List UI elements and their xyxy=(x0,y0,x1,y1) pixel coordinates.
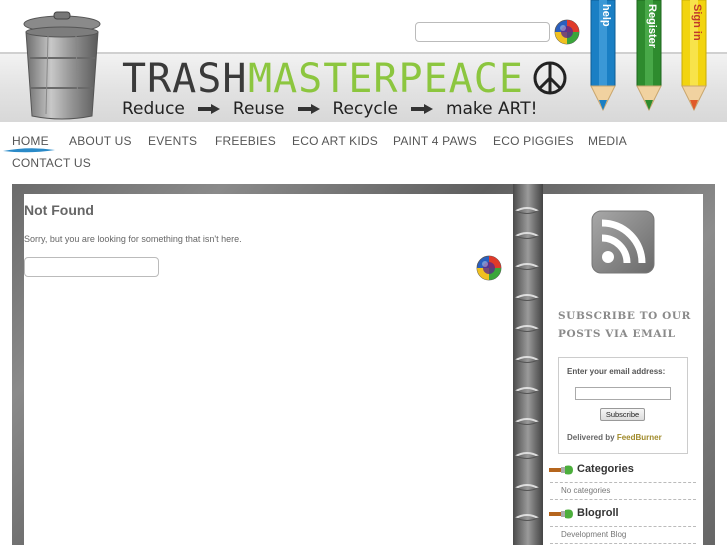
tagline-recycle: Recycle xyxy=(332,99,398,119)
help-pencil-link[interactable]: help xyxy=(590,0,616,112)
trash-can-logo-icon xyxy=(23,11,101,120)
binder-ring-icon xyxy=(515,418,539,425)
nav-home[interactable]: HOME xyxy=(12,134,49,148)
blogroll-link[interactable]: Development Blog xyxy=(561,530,626,539)
register-label: Register xyxy=(646,4,658,49)
site-title-masterpeace: MASTERPEACE xyxy=(248,56,524,102)
email-field[interactable] xyxy=(575,387,671,400)
nav-about-us[interactable]: ABOUT US xyxy=(69,134,132,148)
arrow-right-icon xyxy=(410,104,433,114)
nav-eco-art-kids[interactable]: ECO ART KIDS xyxy=(292,134,378,148)
divider xyxy=(550,482,696,483)
binder-ring-icon xyxy=(515,232,539,239)
active-nav-underline xyxy=(3,148,55,153)
tagline: Reduce Reuse Recycle make ART! xyxy=(122,98,537,120)
nav-media[interactable]: MEDIA xyxy=(588,134,627,148)
divider xyxy=(550,543,696,544)
search-globe-button[interactable] xyxy=(554,19,580,45)
categories-empty: No categories xyxy=(561,486,611,495)
site-title-trash: TRASH xyxy=(122,56,248,102)
email-label: Enter your email address: xyxy=(567,367,666,376)
search-globe-button[interactable] xyxy=(476,255,502,281)
nav-freebies[interactable]: FREEBIES xyxy=(215,134,276,148)
binder-ring-icon xyxy=(515,452,539,459)
paintbrush-icon xyxy=(549,509,573,519)
divider xyxy=(550,499,696,500)
nav-paint-4-paws[interactable]: PAINT 4 PAWS xyxy=(393,134,477,148)
divider xyxy=(550,526,696,527)
arrow-right-icon xyxy=(197,104,220,114)
binder-ring-icon xyxy=(515,387,539,394)
nav-contact-us[interactable]: CONTACT US xyxy=(12,156,91,170)
header-search-input[interactable] xyxy=(415,22,550,42)
signin-pencil-link[interactable]: Sign in xyxy=(681,0,707,112)
help-label: help xyxy=(600,4,612,27)
tagline-make-art: make ART! xyxy=(445,99,538,119)
register-pencil-link[interactable]: Register xyxy=(636,0,662,112)
peace-sign-icon xyxy=(533,61,567,95)
main-content xyxy=(24,194,513,545)
binder-ring-icon xyxy=(515,263,539,270)
rss-feed-icon[interactable] xyxy=(591,210,655,274)
nav-events[interactable]: EVENTS xyxy=(148,134,197,148)
tagline-reduce: Reduce xyxy=(122,99,185,119)
feedburner-link[interactable]: FeedBurner xyxy=(617,433,662,442)
binder-ring-icon xyxy=(515,484,539,491)
binder-ring-icon xyxy=(515,514,539,521)
binder-ring-icon xyxy=(515,325,539,332)
not-found-message: Sorry, but you are looking for something… xyxy=(24,234,242,244)
signin-label: Sign in xyxy=(691,4,703,41)
tagline-reuse: Reuse xyxy=(232,99,285,119)
paintbrush-icon xyxy=(549,465,573,475)
binder-ring-icon xyxy=(515,356,539,363)
binder-ring-icon xyxy=(515,294,539,301)
subscribe-button[interactable]: Subscribe xyxy=(600,408,645,421)
nav-eco-piggies[interactable]: ECO PIGGIES xyxy=(493,134,574,148)
subscribe-heading: SUBSCRIBE TO OUR POSTS VIA EMAIL xyxy=(558,310,691,340)
delivered-by-text: Delivered by xyxy=(567,433,615,442)
categories-heading: Categories xyxy=(577,463,634,475)
page-title: Not Found xyxy=(24,202,94,218)
content-search-input[interactable] xyxy=(24,257,159,277)
binder-ring-icon xyxy=(515,207,539,214)
delivered-by: Delivered by FeedBurner xyxy=(567,433,662,442)
blogroll-heading: Blogroll xyxy=(577,507,619,519)
arrow-right-icon xyxy=(297,104,320,114)
